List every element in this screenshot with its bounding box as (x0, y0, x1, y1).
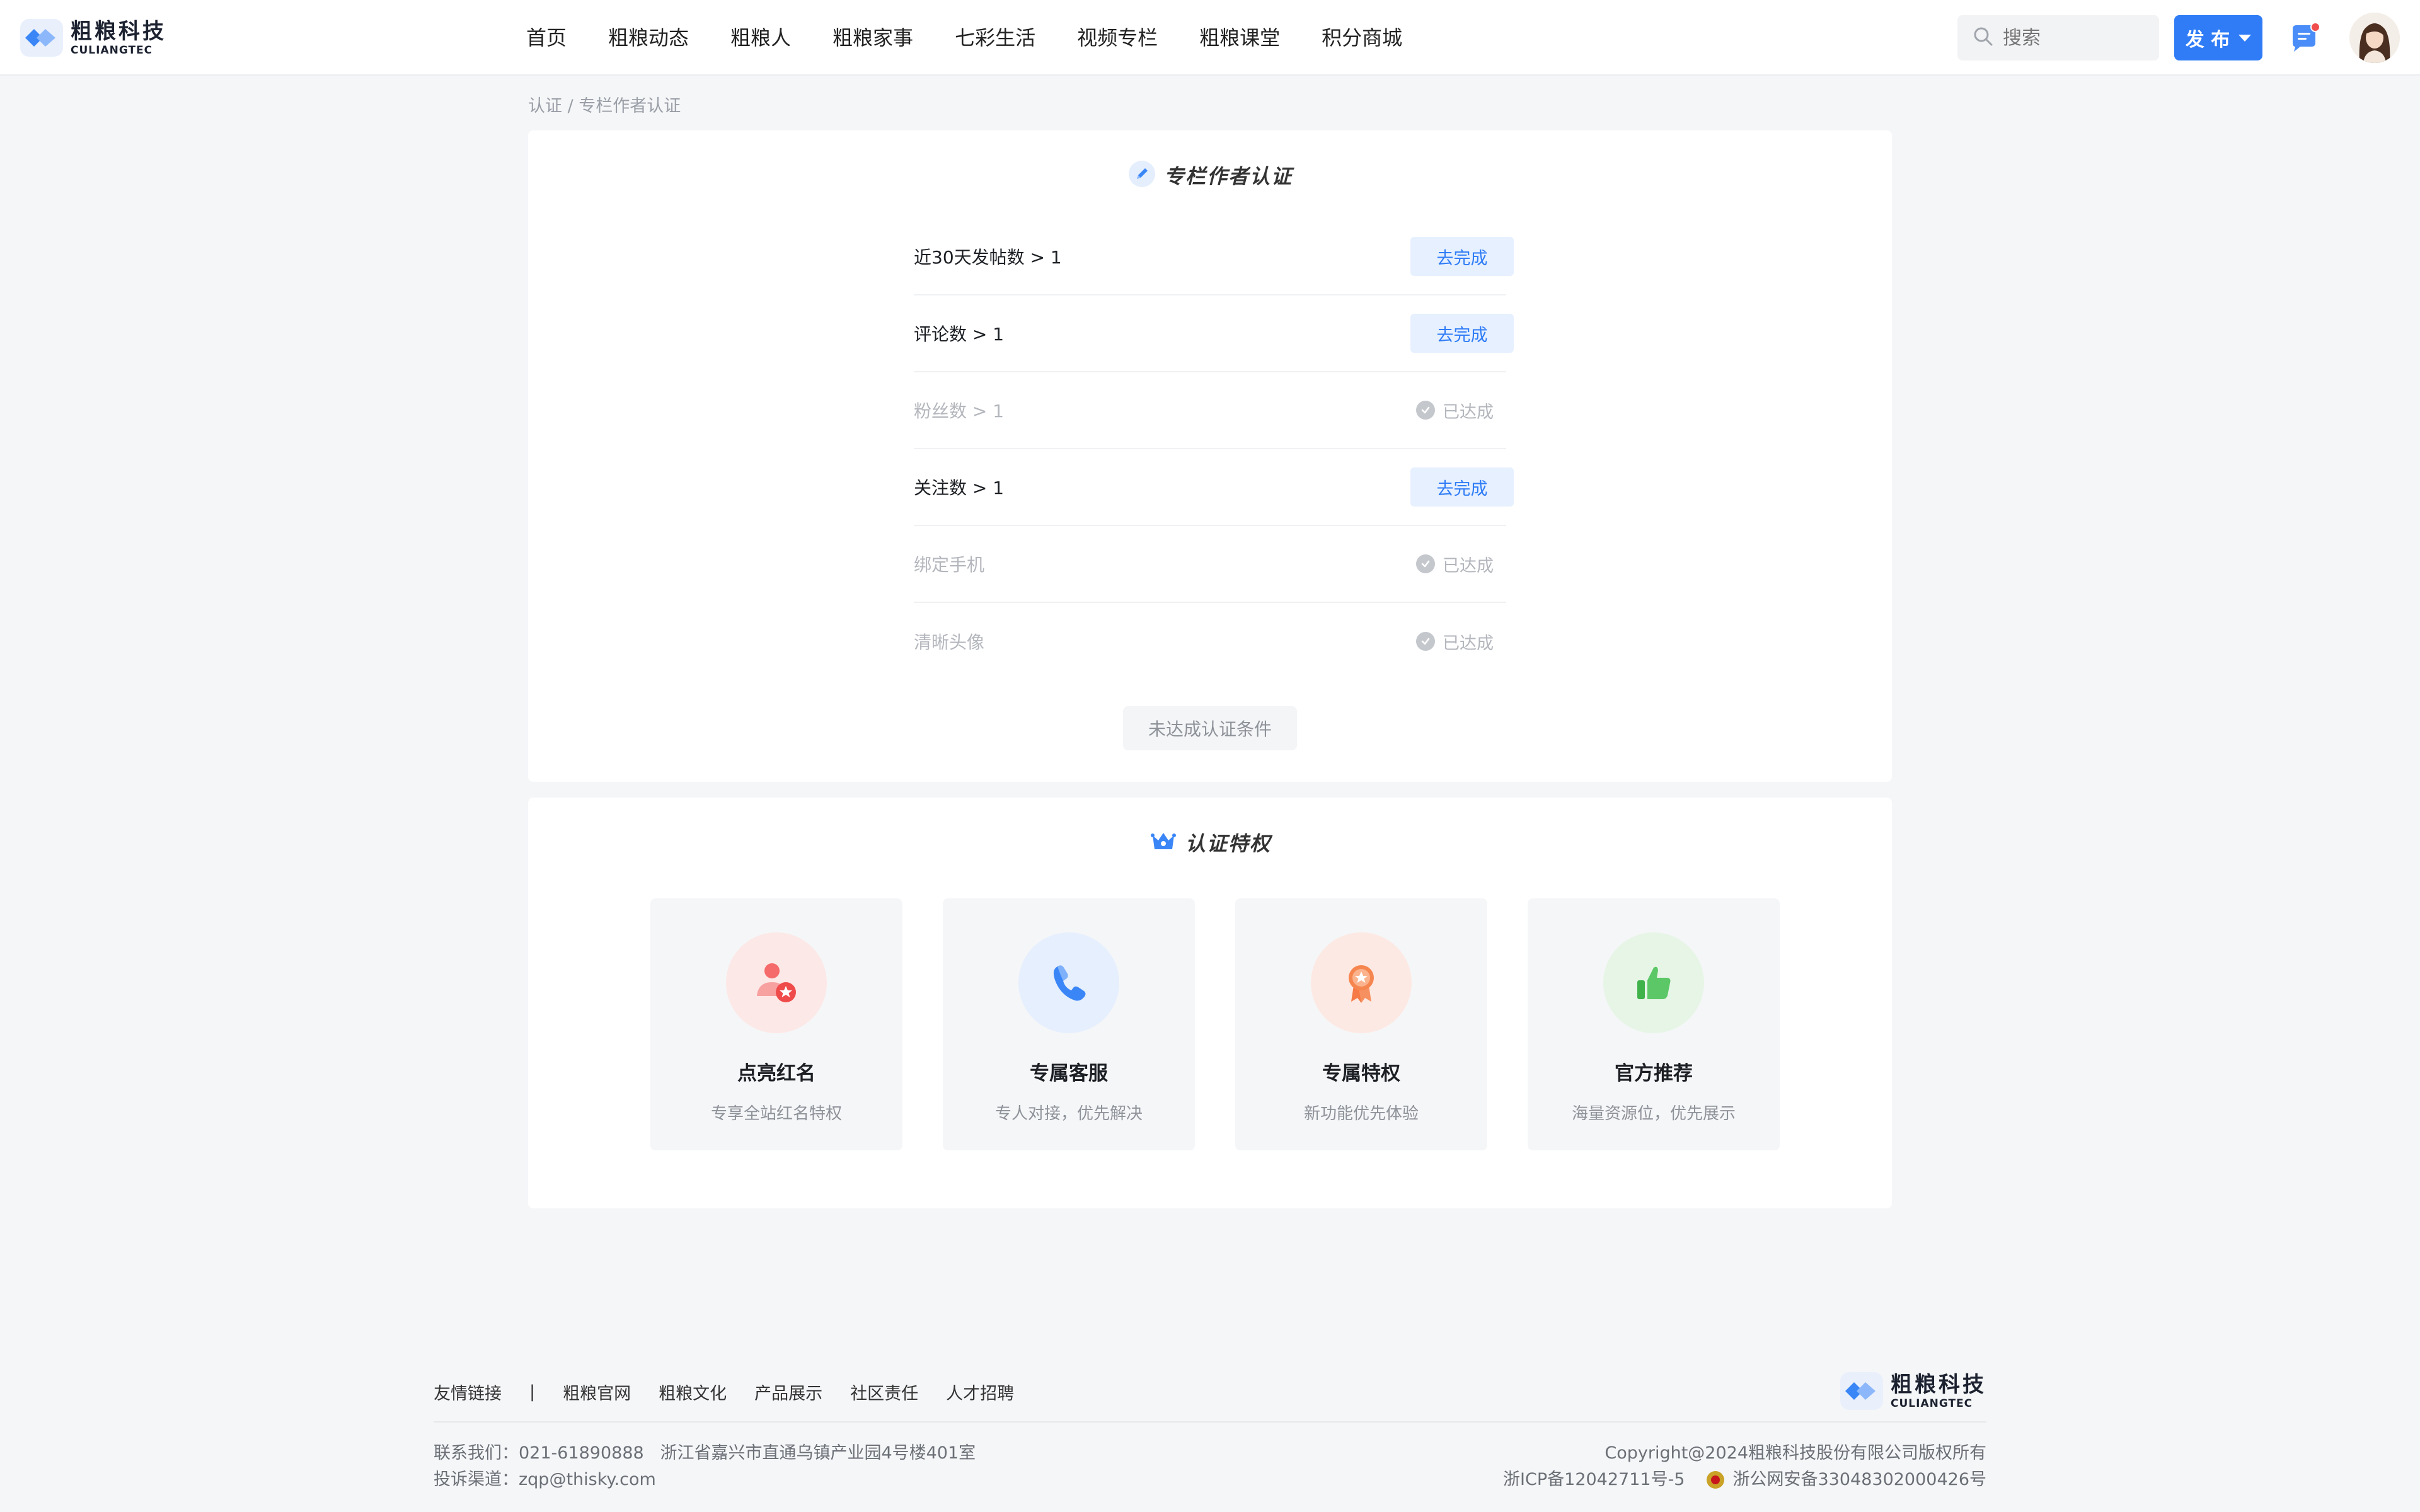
privilege-title: 专属客服 (1030, 1062, 1108, 1085)
thumbs-up-icon (1603, 932, 1704, 1033)
crown-icon (1149, 827, 1178, 858)
caret-down-icon (2238, 34, 2252, 42)
go-complete-button[interactable]: 去完成 (1410, 314, 1514, 353)
condition-row: 清晰头像 已达成 (914, 603, 1506, 680)
footer-links: 友情链接 | 粗粮官网 粗粮文化 产品展示 社区责任 人才招聘 (434, 1380, 1042, 1404)
check-circle-icon (1416, 401, 1435, 420)
privilege-card-service: 专属客服 专人对接，优先解决 (943, 898, 1195, 1150)
privilege-card-features: 专属特权 新功能优先体验 (1235, 898, 1487, 1150)
condition-row: 绑定手机 已达成 (914, 526, 1506, 603)
search-icon (1973, 26, 1994, 50)
copyright-text: Copyright@2024粗粮科技股份有限公司版权所有 (1605, 1443, 1986, 1463)
condition-label: 近30天发帖数 > 1 (914, 247, 1062, 268)
nav-people[interactable]: 粗粮人 (730, 0, 791, 76)
reached-label: 已达成 (1443, 556, 1494, 576)
logo-text: 粗粮科技 (1891, 1372, 1986, 1397)
reached-status: 已达成 (1416, 552, 1494, 576)
condition-row: 评论数 > 1 去完成 (914, 295, 1514, 372)
logo-icon (19, 18, 64, 58)
logo-text: 粗粮科技 (71, 19, 166, 44)
icp-link[interactable]: 浙ICP备12042711号-5 (1503, 1467, 1685, 1493)
publish-button[interactable]: 发 布 (2174, 15, 2262, 60)
reached-status: 已达成 (1416, 398, 1494, 423)
condition-row: 近30天发帖数 > 1 去完成 (914, 219, 1514, 295)
phone-icon (1018, 932, 1119, 1033)
check-circle-icon (1416, 554, 1435, 573)
privilege-title: 专属特权 (1322, 1062, 1400, 1085)
certification-card: 专栏作者认证 近30天发帖数 > 1 去完成 评论数 > 1 去完成 粉丝数 >… (528, 130, 1892, 782)
main-nav: 首页 粗粮动态 粗粮人 粗粮家事 七彩生活 视频专栏 粗粮课堂 积分商城 (526, 0, 1444, 76)
footer-link-official[interactable]: 粗粮官网 (563, 1380, 631, 1404)
police-record-link[interactable]: 浙公网安备33048302000426号 (1733, 1467, 1987, 1493)
logo-subtext: CULIANGTEC (1891, 1397, 1973, 1410)
privileges-title: 认证特权 (528, 827, 1892, 858)
condition-row: 关注数 > 1 去完成 (914, 449, 1514, 526)
footer-divider: | (529, 1382, 536, 1402)
certification-title-text: 专栏作者认证 (1163, 164, 1293, 188)
privilege-desc: 新功能优先体验 (1303, 1104, 1419, 1123)
condition-label: 关注数 > 1 (914, 478, 1005, 498)
nav-family[interactable]: 粗粮家事 (833, 0, 913, 76)
footer-logo[interactable]: 粗粮科技 CULIANGTEC (1839, 1371, 1986, 1411)
medal-icon (1311, 932, 1412, 1033)
reached-label: 已达成 (1443, 402, 1494, 422)
certification-title: 专栏作者认证 (528, 159, 1892, 191)
nav-news[interactable]: 粗粮动态 (608, 0, 689, 76)
privilege-desc: 海量资源位，优先展示 (1571, 1104, 1736, 1123)
footer-link-responsibility[interactable]: 社区责任 (850, 1380, 918, 1404)
contact-info: 联系我们：021-61890888 浙江省嘉兴市直通乌镇产业园4号楼401室 (434, 1443, 976, 1463)
go-complete-button[interactable]: 去完成 (1410, 237, 1514, 276)
go-complete-button[interactable]: 去完成 (1410, 467, 1514, 507)
publish-label: 发 布 (2185, 29, 2230, 51)
footer-link-products[interactable]: 产品展示 (754, 1380, 822, 1404)
footer-legal: Copyright@2024粗粮科技股份有限公司版权所有 浙ICP备120427… (1503, 1440, 1986, 1493)
search-box[interactable] (1957, 15, 2159, 60)
logo-subtext: CULIANGTEC (71, 44, 153, 57)
nav-points-mall[interactable]: 积分商城 (1322, 0, 1402, 76)
logo-icon (1839, 1371, 1884, 1411)
privileges-card: 认证特权 点亮红名 专享全站红名特权 专属客服 专人对接，优先解决 专属特权 新… (528, 798, 1892, 1208)
footer-link-culture[interactable]: 粗粮文化 (659, 1380, 727, 1404)
privilege-list: 点亮红名 专享全站红名特权 专属客服 专人对接，优先解决 专属特权 新功能优先体… (650, 898, 1780, 1150)
avatar[interactable] (2349, 13, 2400, 63)
nav-classroom[interactable]: 粗粮课堂 (1199, 0, 1280, 76)
search-input[interactable] (2003, 26, 2148, 49)
beian-row: 浙ICP备12042711号-5 浙公网安备33048302000426号 (1503, 1467, 1986, 1493)
privilege-title: 官方推荐 (1615, 1062, 1693, 1085)
condition-label: 评论数 > 1 (914, 324, 1005, 345)
police-badge-icon (1706, 1471, 1724, 1489)
footer-contact: 联系我们：021-61890888 浙江省嘉兴市直通乌镇产业园4号楼401室 投… (434, 1440, 976, 1493)
condition-label: 粉丝数 > 1 (914, 401, 1005, 421)
privilege-title: 点亮红名 (737, 1062, 815, 1085)
nav-life[interactable]: 七彩生活 (955, 0, 1035, 76)
nav-video[interactable]: 视频专栏 (1077, 0, 1158, 76)
privilege-desc: 专享全站红名特权 (710, 1104, 842, 1123)
reached-status: 已达成 (1416, 629, 1494, 654)
user-star-icon (726, 932, 827, 1033)
privilege-desc: 专人对接，优先解决 (994, 1104, 1143, 1123)
privilege-card-red-name: 点亮红名 专享全站红名特权 (650, 898, 902, 1150)
site-logo[interactable]: 粗粮科技 CULIANGTEC (19, 18, 166, 58)
nav-home[interactable]: 首页 (526, 0, 567, 76)
complaint-channel: 投诉渠道：zqp@thisky.com (434, 1470, 656, 1489)
message-icon[interactable] (2288, 21, 2322, 55)
footer-divider-line (434, 1421, 1986, 1423)
condition-row: 粉丝数 > 1 已达成 (914, 372, 1506, 449)
footer-links-title: 友情链接 (434, 1384, 502, 1404)
privilege-card-recommend: 官方推荐 海量资源位，优先展示 (1528, 898, 1780, 1150)
top-header: 粗粮科技 CULIANGTEC 首页 粗粮动态 粗粮人 粗粮家事 七彩生活 视频… (0, 0, 2420, 76)
check-circle-icon (1416, 632, 1435, 651)
certify-button[interactable]: 未达成认证条件 (1123, 706, 1297, 750)
reached-label: 已达成 (1443, 633, 1494, 653)
privileges-title-text: 认证特权 (1185, 832, 1271, 856)
pen-icon (1127, 159, 1156, 191)
condition-label: 清晰头像 (914, 632, 985, 653)
condition-label: 绑定手机 (914, 554, 985, 575)
footer-link-careers[interactable]: 人才招聘 (946, 1380, 1014, 1404)
breadcrumb[interactable]: 认证 / 专栏作者认证 (528, 92, 681, 117)
